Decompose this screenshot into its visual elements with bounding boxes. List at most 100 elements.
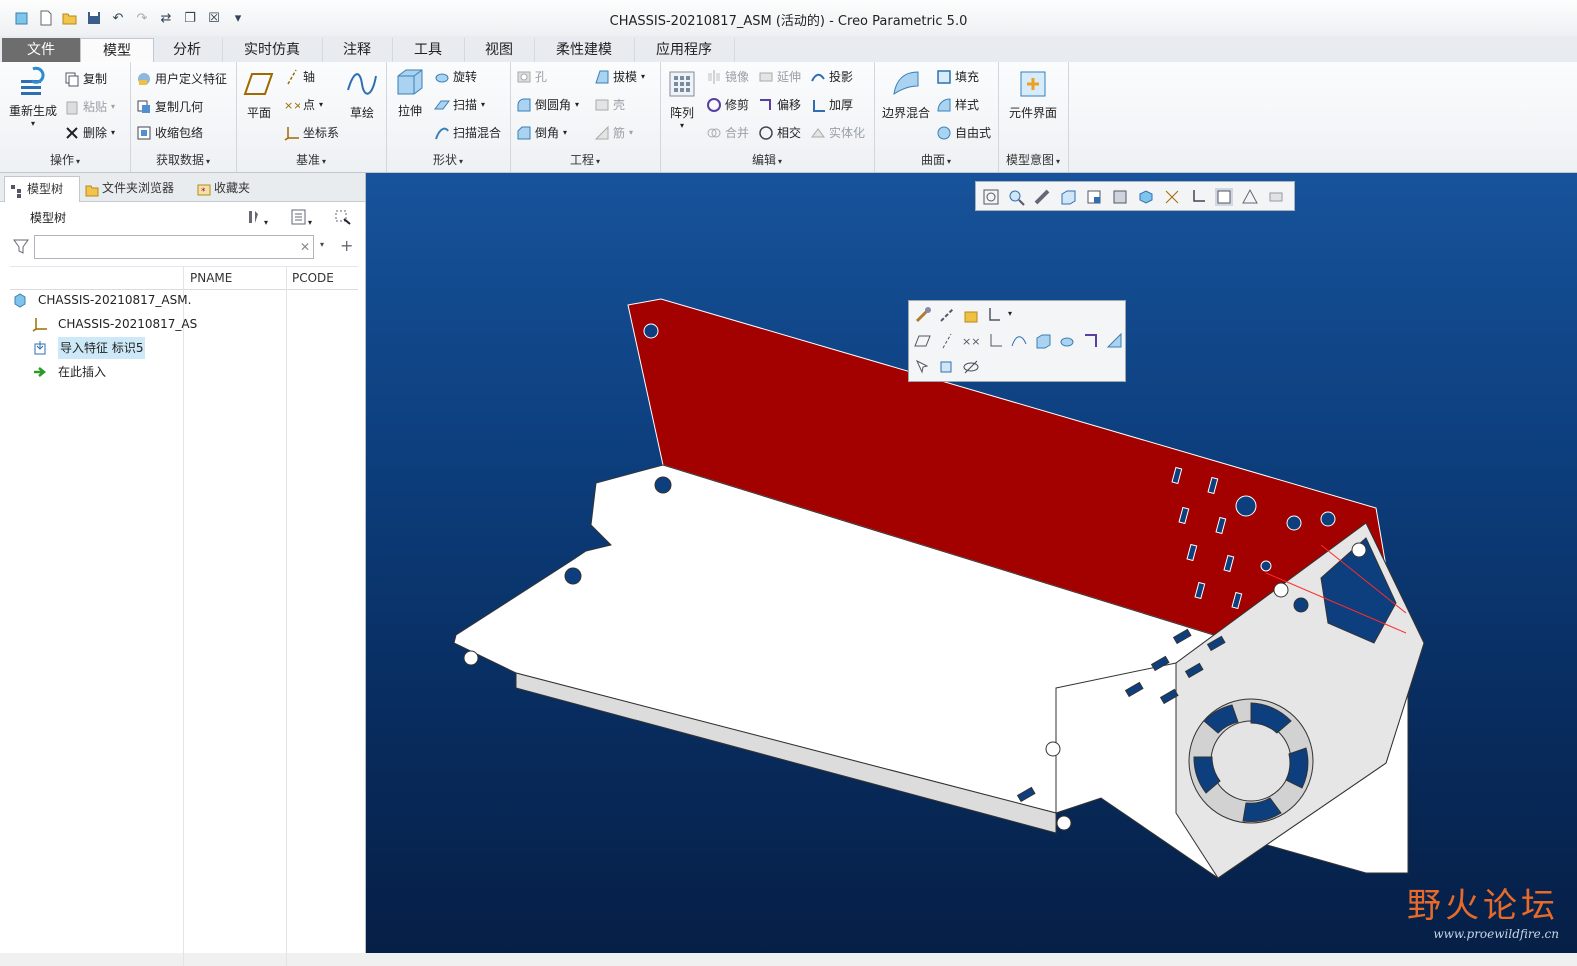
reorient-icon[interactable]: [1085, 188, 1103, 206]
revolve-icon[interactable]: [1058, 332, 1076, 350]
tab-applications[interactable]: 应用程序: [634, 38, 735, 62]
undo-icon[interactable]: ↶: [108, 8, 128, 28]
plane-button[interactable]: 平面: [242, 68, 276, 121]
hole-button[interactable]: 孔: [516, 68, 547, 85]
shrinkwrap-button[interactable]: 收缩包络: [136, 124, 203, 141]
app-icon[interactable]: [12, 8, 32, 28]
close-window-icon[interactable]: ☒: [204, 8, 224, 28]
offset-icon[interactable]: [1082, 332, 1100, 350]
extrude-button[interactable]: 拉伸: [392, 66, 428, 119]
udf-button[interactable]: 用户定义特征: [136, 70, 227, 87]
boundary-blend-button[interactable]: 边界混合: [878, 68, 934, 121]
group-label-model-intent[interactable]: 模型意图 ▾: [998, 151, 1068, 168]
tab-annotate[interactable]: 注释: [322, 38, 393, 62]
group-label-get-data[interactable]: 获取数据 ▾: [130, 151, 236, 168]
axis-button[interactable]: 轴: [284, 68, 315, 85]
merge-button[interactable]: 合并: [706, 124, 749, 141]
redo-icon[interactable]: ↷: [132, 8, 152, 28]
datum-display-icon[interactable]: [1163, 188, 1181, 206]
style-button[interactable]: 样式: [936, 96, 979, 113]
shell-button[interactable]: 壳: [594, 96, 625, 113]
repaint-icon[interactable]: [1059, 188, 1077, 206]
tab-model-tree[interactable]: 模型树: [4, 176, 80, 202]
draft-button[interactable]: 拔模 ▾: [594, 68, 645, 85]
group-label-editing[interactable]: 编辑 ▾: [660, 151, 874, 168]
tree-settings-button[interactable]: ▾: [246, 209, 268, 228]
group-label-shapes[interactable]: 形状 ▾: [386, 151, 510, 168]
solidify-button[interactable]: 实体化: [810, 124, 865, 141]
open-folder-icon[interactable]: [60, 8, 80, 28]
thicken-button[interactable]: 加厚: [810, 96, 853, 113]
copy-geometry-button[interactable]: 复制几何: [136, 98, 203, 115]
intersect-button[interactable]: 相交: [758, 124, 801, 141]
chassis-model[interactable]: [366, 173, 1577, 953]
point-button[interactable]: ×××点▾: [284, 96, 323, 113]
refit-icon[interactable]: [982, 188, 1000, 206]
new-file-icon[interactable]: [36, 8, 56, 28]
rib-button[interactable]: 筋 ▾: [594, 124, 633, 141]
regenerate-button[interactable]: 重新生成 ▾: [6, 66, 60, 128]
tab-live-simulation[interactable]: 实时仿真: [222, 38, 323, 62]
model-tree-search-input[interactable]: [34, 235, 314, 259]
copy-button[interactable]: 复制: [64, 70, 107, 87]
sweep-button[interactable]: 扫描 ▾: [434, 96, 485, 113]
swept-blend-button[interactable]: 扫描混合: [434, 124, 501, 141]
csys-icon[interactable]: [986, 332, 1004, 350]
group-label-operations[interactable]: 操作 ▾: [0, 151, 130, 168]
tab-analysis[interactable]: 分析: [152, 38, 223, 62]
display-style-icon[interactable]: [1137, 188, 1155, 206]
group-label-datum[interactable]: 基准 ▾: [236, 151, 386, 168]
pattern-button[interactable]: 阵列 ▾: [664, 68, 700, 130]
zoom-out-icon[interactable]: [1033, 188, 1051, 206]
spin-center-icon[interactable]: [1241, 188, 1259, 206]
trim-button[interactable]: 修剪: [706, 96, 749, 113]
axis-icon[interactable]: [938, 332, 956, 350]
revolve-button[interactable]: 旋转: [434, 68, 477, 85]
column-pcode[interactable]: PCODE: [292, 271, 334, 285]
round-button[interactable]: 倒圆角 ▾: [516, 96, 579, 113]
delete-button[interactable]: 删除 ▾: [64, 124, 115, 141]
group-label-surfaces[interactable]: 曲面 ▾: [874, 151, 998, 168]
csys-button[interactable]: 坐标系: [284, 124, 339, 141]
csys-display-icon[interactable]: [1189, 188, 1207, 206]
regenerate-icon[interactable]: ⇄: [156, 8, 176, 28]
component-icon[interactable]: [938, 358, 956, 376]
tab-file[interactable]: 文件: [2, 38, 81, 62]
column-pname[interactable]: PNAME: [190, 271, 232, 285]
filter-icon[interactable]: [12, 237, 30, 258]
graphics-viewport[interactable]: ▾ ×× 野火论坛 www.proewildfire.cn: [366, 173, 1577, 953]
tree-filter-button[interactable]: [334, 209, 352, 228]
sketch-button[interactable]: 草绘: [344, 68, 380, 121]
freestyle-button[interactable]: 自由式: [936, 124, 991, 141]
tab-folder-browser[interactable]: 文件夹浏览器: [80, 176, 198, 201]
paste-button[interactable]: 粘贴 ▾: [64, 98, 115, 115]
plane-icon[interactable]: [914, 332, 932, 350]
extend-button[interactable]: 延伸: [758, 68, 801, 85]
column-divider[interactable]: [183, 266, 184, 966]
clear-search-icon[interactable]: ✕: [300, 240, 310, 254]
customize-toolbar-icon[interactable]: ▾: [228, 8, 248, 28]
mirror-button[interactable]: 镜像: [706, 68, 749, 85]
saved-orientations-icon[interactable]: [1111, 188, 1129, 206]
offset-button[interactable]: 偏移: [758, 96, 801, 113]
column-divider[interactable]: [286, 266, 287, 966]
select-icon[interactable]: [914, 358, 932, 376]
hide-icon[interactable]: [962, 358, 980, 376]
view-manager-icon[interactable]: [1267, 188, 1285, 206]
open-icon[interactable]: [962, 306, 980, 324]
tab-flexible-modeling[interactable]: 柔性建模: [534, 38, 635, 62]
draft-icon[interactable]: [1106, 332, 1124, 350]
fill-button[interactable]: 填充: [936, 68, 979, 85]
save-icon[interactable]: [84, 8, 104, 28]
zoom-in-icon[interactable]: [1007, 188, 1025, 206]
component-interface-button[interactable]: 元件界面: [1004, 68, 1062, 121]
group-label-engineering[interactable]: 工程 ▾: [510, 151, 660, 168]
extrude-icon[interactable]: [1034, 332, 1052, 350]
project-button[interactable]: 投影: [810, 68, 853, 85]
appearance-icon[interactable]: [914, 306, 932, 324]
selection-filter-icon[interactable]: [986, 306, 1004, 324]
search-options-icon[interactable]: ▾: [320, 240, 324, 249]
chamfer-button[interactable]: 倒角 ▾: [516, 124, 567, 141]
add-icon[interactable]: +: [340, 236, 353, 255]
annotation-display-icon[interactable]: [1215, 188, 1233, 206]
